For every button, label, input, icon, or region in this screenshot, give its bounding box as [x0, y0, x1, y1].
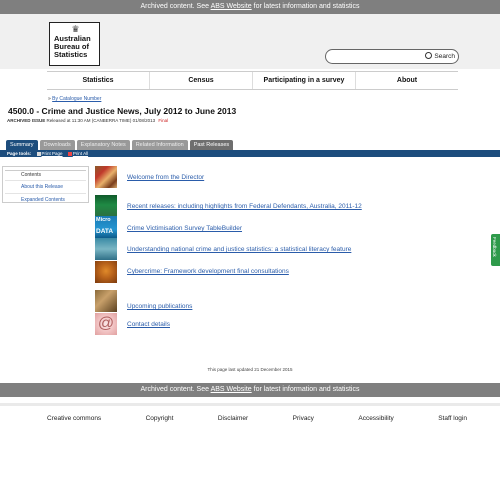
archived-issue-label: ARCHIVED ISSUE [7, 118, 46, 123]
side-item-about-this-release[interactable]: About this Release [5, 181, 86, 194]
print-page-label: Print Page [41, 151, 63, 156]
site-header: ♛ Australian Bureau of Statistics Search [0, 14, 500, 69]
search-button[interactable]: Search [425, 52, 455, 62]
page-title: 4500.0 - Crime and Justice News, July 20… [8, 106, 237, 116]
tab-related-information[interactable]: Related Information [131, 140, 188, 150]
footer-privacy[interactable]: Privacy [293, 415, 314, 422]
page-tools-label: Page tools: [7, 151, 32, 156]
coat-of-arms-icon: ♛ [71, 24, 80, 34]
entry-upcoming-publications[interactable]: Upcoming publications [127, 303, 192, 310]
breadcrumb-link[interactable]: By Catalogue Number [52, 96, 101, 102]
cybercrime-thumbnail [95, 261, 117, 283]
footer-staff-login[interactable]: Staff login [438, 415, 467, 422]
page-tools-bar: Page tools: Print Page Print All [0, 150, 500, 157]
footer-creative-commons[interactable]: Creative commons [47, 415, 101, 422]
nav-census[interactable]: Census [150, 72, 253, 89]
upcoming-publications-thumbnail [95, 290, 117, 312]
recent-releases-thumbnail [95, 195, 117, 217]
nav-about[interactable]: About [356, 72, 458, 89]
feedback-tab[interactable]: Feedback [491, 234, 500, 266]
print-icon [36, 151, 41, 156]
entry-cybercrime[interactable]: Cybercrime: Framework development final … [127, 268, 289, 275]
abs-website-link[interactable]: ABS Website [211, 3, 252, 10]
abs-website-link-bottom[interactable]: ABS Website [211, 386, 252, 393]
feedback-label: Feedback [492, 237, 497, 257]
archive-notice-prefix: Archived content. See [140, 3, 211, 10]
tab-past-releases[interactable]: Past Releases [189, 140, 234, 150]
archive-notice-suffix: for latest information and statistics [251, 3, 360, 10]
contact-thumbnail: @ [95, 313, 117, 335]
abs-logo[interactable]: ♛ Australian Bureau of Statistics [49, 22, 100, 66]
footer-links: Creative commons Copyright Disclaimer Pr… [47, 415, 467, 422]
archive-notice-bottom: Archived content. See ABS Website for la… [0, 383, 500, 397]
side-item-expanded-contents[interactable]: Expanded Contents [5, 194, 86, 206]
tab-explanatory-notes[interactable]: Explanatory Notes [76, 140, 130, 150]
main-nav: Statistics Census Participating in a sur… [47, 71, 458, 90]
logo-line-3: Statistics [54, 50, 88, 59]
final-badge: Final [158, 118, 169, 123]
archive-notice-prefix: Archived content. See [140, 386, 211, 393]
released-text: Released at 11:30 AM (CANBERRA TIME) 01/… [45, 118, 157, 123]
tab-downloads[interactable]: Downloads [39, 140, 75, 150]
pdf-icon [67, 151, 72, 156]
footer-divider [0, 403, 500, 406]
print-page-button[interactable]: Print Page [36, 151, 63, 156]
at-sign-icon: @ [97, 315, 115, 332]
archive-notice-top: Archived content. See ABS Website for la… [0, 0, 500, 14]
contents-heading: Contents [5, 171, 86, 181]
statistical-literacy-thumbnail [95, 238, 117, 260]
print-all-label: Print All [72, 151, 89, 156]
release-info: ARCHIVED ISSUE Released at 11:30 AM (CAN… [7, 118, 168, 123]
search-icon [425, 52, 433, 59]
archive-notice-suffix: for latest information and statistics [251, 386, 360, 393]
footer-accessibility[interactable]: Accessibility [358, 415, 393, 422]
footer-copyright[interactable]: Copyright [146, 415, 174, 422]
last-updated: This page last updated 21 December 2015 [207, 367, 293, 372]
contents-panel: Contents About this Release Expanded Con… [2, 166, 89, 203]
director-thumbnail [95, 166, 117, 188]
entry-welcome[interactable]: Welcome from the Director [127, 174, 204, 181]
tab-summary[interactable]: Summary [6, 140, 38, 150]
microdata-thumbnail: Micro DATA [95, 216, 117, 238]
nav-participating[interactable]: Participating in a survey [253, 72, 356, 89]
print-all-button[interactable]: Print All [67, 151, 89, 156]
micro-text: Micro [96, 217, 111, 223]
tab-bar: Summary Downloads Explanatory Notes Rela… [6, 140, 234, 150]
entry-recent-releases[interactable]: Recent releases: including highlights fr… [127, 203, 362, 210]
search-input[interactable]: Search [325, 49, 459, 64]
entry-understanding-statistics[interactable]: Understanding national crime and justice… [127, 246, 351, 253]
entry-contact-details[interactable]: Contact details [127, 321, 170, 328]
footer-disclaimer[interactable]: Disclaimer [218, 415, 248, 422]
nav-statistics[interactable]: Statistics [47, 72, 150, 89]
search-button-label: Search [434, 53, 455, 60]
data-text: DATA [96, 228, 114, 235]
entry-crime-victimisation[interactable]: Crime Victimisation Survey TableBuilder [127, 225, 242, 232]
breadcrumb: » By Catalogue Number [48, 96, 101, 102]
